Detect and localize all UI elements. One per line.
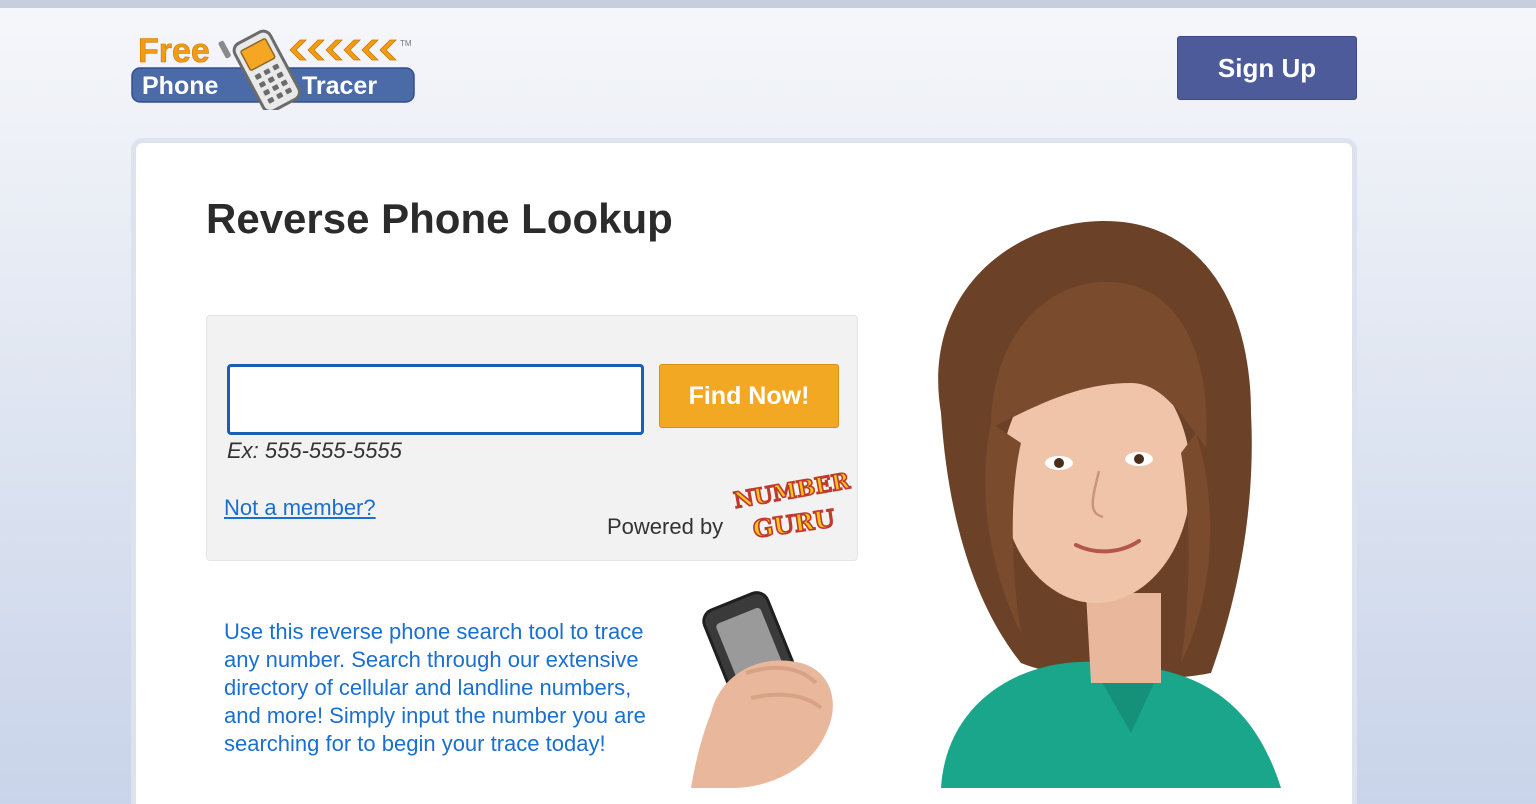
logo-text-free: Free <box>138 32 210 70</box>
sign-up-button[interactable]: Sign Up <box>1177 36 1357 100</box>
input-example-hint: Ex: 555-555-5555 <box>227 438 402 463</box>
phone-number-input[interactable] <box>227 364 644 435</box>
top-bar <box>0 0 1536 8</box>
tool-description: Use this reverse phone search tool to tr… <box>224 619 646 756</box>
woman-with-phone-image <box>691 220 1281 788</box>
page-title: Reverse Phone Lookup <box>206 195 673 242</box>
lookup-card: Reverse Phone Lookup Find Now! Ex: 555-5… <box>131 138 1357 804</box>
logo-text-tracer: Tracer <box>302 72 377 100</box>
logo-text-phone: Phone <box>142 72 218 100</box>
not-a-member-link[interactable]: Not a member? <box>224 495 376 521</box>
chevrons-icon <box>289 39 397 61</box>
trademark: TM <box>400 39 412 48</box>
free-phone-tracer-logo[interactable]: Free TM Phone Tracer <box>130 18 420 110</box>
